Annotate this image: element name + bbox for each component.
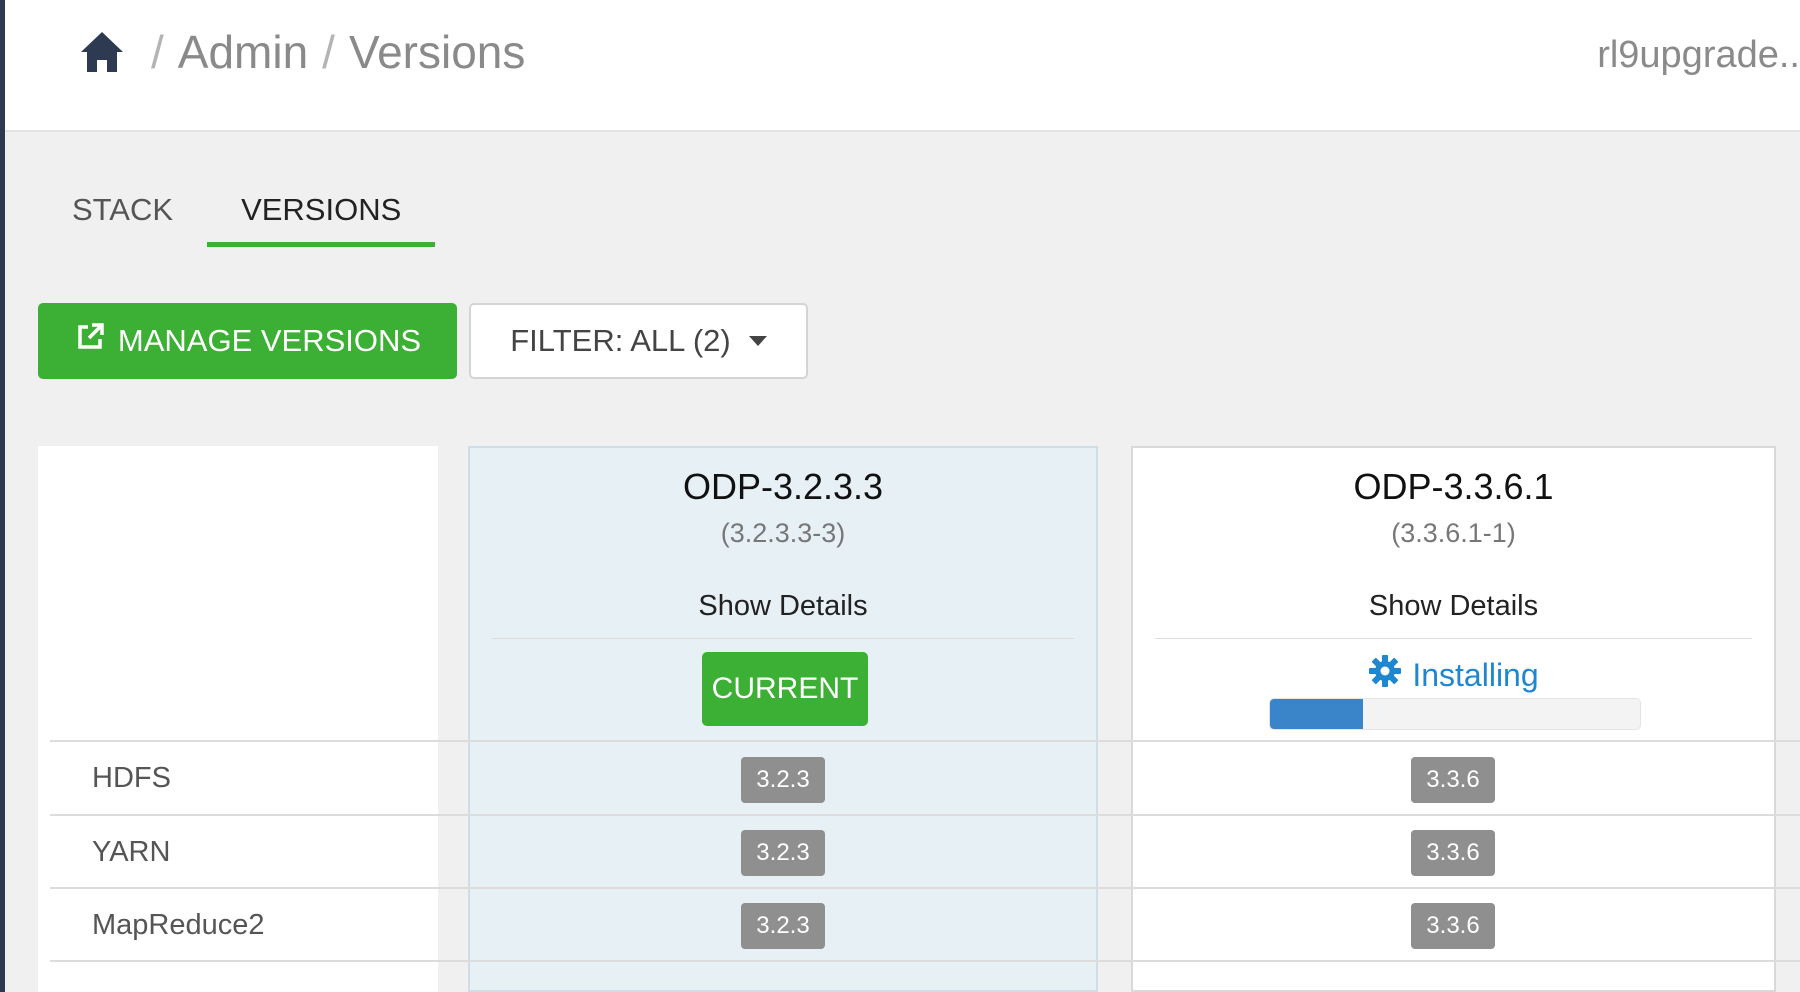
tab-bar: STACK VERSIONS xyxy=(38,180,436,247)
breadcrumb-versions: Versions xyxy=(348,26,526,78)
installing-label: Installing xyxy=(1412,656,1539,693)
current-status-badge: CURRENT xyxy=(702,652,868,726)
version-name: ODP-3.3.6.1 xyxy=(1353,466,1554,507)
filter-dropdown[interactable]: FILTER: ALL (2) xyxy=(469,303,808,379)
show-details-link[interactable]: Show Details xyxy=(1133,590,1774,623)
divider xyxy=(492,638,1074,639)
manage-versions-label: MANAGE VERSIONS xyxy=(117,323,422,358)
version-badge: 3.2.3 xyxy=(741,830,825,876)
manage-versions-button[interactable]: MANAGE VERSIONS xyxy=(38,303,457,379)
gear-icon xyxy=(1368,654,1402,696)
show-details-link[interactable]: Show Details xyxy=(470,590,1096,623)
version-badge: 3.2.3 xyxy=(741,903,825,949)
version-name: ODP-3.2.3.3 xyxy=(682,466,884,507)
breadcrumb: / Admin / Versions xyxy=(77,22,525,82)
filter-label: FILTER: ALL (2) xyxy=(510,323,731,358)
top-bar: / Admin / Versions rl9upgrade.. xyxy=(5,0,1800,132)
row-divider xyxy=(50,960,1800,962)
external-link-icon xyxy=(74,321,106,361)
caret-down-icon xyxy=(748,336,767,346)
version-badge: 3.3.6 xyxy=(1411,757,1495,803)
row-divider xyxy=(50,887,1800,889)
version-badge: 3.2.3 xyxy=(741,757,825,803)
breadcrumb-separator: / xyxy=(151,26,164,78)
host-name[interactable]: rl9upgrade.. xyxy=(1597,34,1800,77)
service-name-yarn: YARN xyxy=(92,835,171,868)
left-sidebar-strip xyxy=(0,0,5,992)
service-name-hdfs: HDFS xyxy=(92,761,171,794)
divider xyxy=(1155,638,1752,639)
service-name-mapreduce2: MapReduce2 xyxy=(92,908,265,941)
install-progress-fill xyxy=(1270,699,1363,729)
tab-versions[interactable]: VERSIONS xyxy=(207,180,436,247)
version-badge: 3.3.6 xyxy=(1411,830,1495,876)
version-build: (3.2.3.3-3) xyxy=(720,518,846,548)
installing-status[interactable]: Installing xyxy=(1133,654,1774,696)
version-badge: 3.3.6 xyxy=(1411,903,1495,949)
tab-stack[interactable]: STACK xyxy=(38,180,207,247)
install-progress-bar xyxy=(1269,698,1641,730)
row-divider xyxy=(50,740,1800,742)
home-icon[interactable] xyxy=(77,27,127,77)
row-divider xyxy=(50,814,1800,816)
version-build: (3.3.6.1-1) xyxy=(1391,518,1516,548)
breadcrumb-admin[interactable]: Admin xyxy=(178,25,308,79)
breadcrumb-separator: / xyxy=(322,26,335,78)
